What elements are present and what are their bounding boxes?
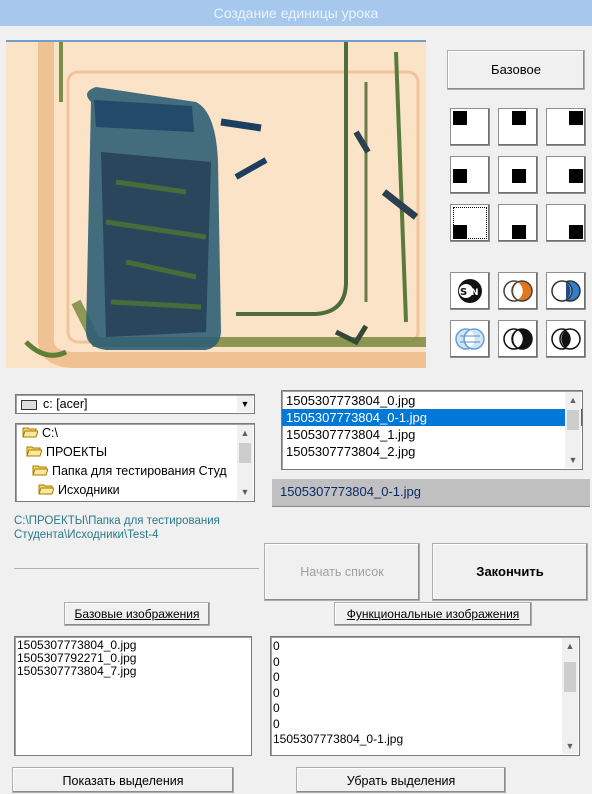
- selected-file-field[interactable]: 1505307773804_0-1.jpg: [272, 479, 590, 507]
- func-images-list[interactable]: 0 0 0 0 0 0 1505307773804_0-1.jpg ▲ ▼: [270, 636, 580, 756]
- list-item[interactable]: 1505307773804_0.jpg: [282, 392, 582, 409]
- tree-item[interactable]: ПРОЕКТЫ: [16, 443, 254, 462]
- position-grid: [447, 104, 587, 246]
- list-item[interactable]: 0: [273, 717, 579, 733]
- svg-text:S: S: [460, 287, 467, 298]
- scroll-down-icon[interactable]: ▼: [237, 484, 253, 500]
- scroll-thumb[interactable]: [564, 662, 576, 692]
- position-middle-left-icon[interactable]: [450, 156, 490, 194]
- black-white-circles-icon[interactable]: [498, 320, 538, 358]
- start-list-button[interactable]: Начать список: [264, 543, 420, 601]
- tree-scrollbar[interactable]: ▲ ▼: [237, 425, 253, 500]
- tree-item-label: ПРОЕКТЫ: [46, 445, 108, 459]
- blend-mode-grid: SN: [447, 268, 587, 364]
- list-item[interactable]: 1505307773804_7.jpg: [17, 665, 251, 678]
- list-item[interactable]: 0: [273, 686, 579, 702]
- func-list-scrollbar[interactable]: ▲ ▼: [562, 638, 578, 754]
- folder-open-icon: [22, 425, 39, 438]
- base-button[interactable]: Базовое: [447, 50, 585, 90]
- scroll-up-icon[interactable]: ▲: [237, 425, 253, 441]
- xray-scan-graphic: [6, 42, 426, 368]
- start-list-label: Начать список: [300, 565, 384, 579]
- blue-circles-icon[interactable]: [546, 272, 586, 310]
- sen-icon[interactable]: SN: [450, 272, 490, 310]
- remove-selection-label: Убрать выделения: [346, 774, 456, 788]
- remove-selection-button[interactable]: Убрать выделения: [296, 767, 506, 793]
- base-button-label: Базовое: [491, 62, 541, 77]
- position-bottom-right-icon[interactable]: [546, 204, 586, 242]
- func-images-header[interactable]: Функциональные изображения: [334, 602, 532, 626]
- tree-item[interactable]: Папка для тестирования Студ: [16, 462, 254, 481]
- folder-open-icon: [32, 463, 49, 476]
- drive-icon: [21, 400, 37, 410]
- dark-circles-icon[interactable]: [546, 320, 586, 358]
- svg-text:N: N: [471, 288, 479, 298]
- position-top-center-icon[interactable]: [498, 108, 538, 146]
- tree-item-label: Исходники: [58, 483, 120, 497]
- path-divider: [14, 568, 259, 569]
- position-top-left-icon[interactable]: [450, 108, 490, 146]
- list-item[interactable]: 0: [273, 701, 579, 717]
- list-item-selected[interactable]: 1505307773804_0-1.jpg: [282, 409, 582, 426]
- folder-open-icon: [26, 444, 43, 457]
- list-item-partial[interactable]: [282, 460, 582, 466]
- folder-open-icon: [38, 482, 55, 495]
- path-line-2: Студента\Исходники\Test-4: [14, 529, 159, 541]
- list-item[interactable]: 0: [273, 655, 579, 671]
- orange-circles-icon[interactable]: [498, 272, 538, 310]
- lens-icon[interactable]: [450, 320, 490, 358]
- scroll-up-icon[interactable]: ▲: [565, 392, 581, 408]
- scroll-down-icon[interactable]: ▼: [565, 452, 581, 468]
- position-middle-right-icon[interactable]: [546, 156, 586, 194]
- position-top-right-icon[interactable]: [546, 108, 586, 146]
- scroll-thumb[interactable]: [567, 410, 579, 430]
- drive-select-value: c: [acer]: [43, 397, 88, 411]
- func-images-header-label: Функциональные изображения: [346, 607, 520, 621]
- finish-button[interactable]: Закончить: [432, 543, 588, 601]
- list-item[interactable]: 1505307773804_0-1.jpg: [273, 732, 579, 748]
- position-center-icon[interactable]: [498, 156, 538, 194]
- show-selection-label: Показать выделения: [62, 774, 184, 788]
- file-list-scrollbar[interactable]: ▲ ▼: [565, 392, 581, 468]
- list-item[interactable]: 0: [273, 639, 579, 655]
- tree-item[interactable]: Исходники: [16, 481, 254, 500]
- selected-file-value: 1505307773804_0-1.jpg: [280, 484, 421, 499]
- drive-select[interactable]: c: [acer] ▼: [15, 394, 255, 414]
- window-title: Создание единицы урока: [0, 0, 592, 26]
- tree-item[interactable]: C:\: [16, 424, 254, 443]
- list-item[interactable]: 0: [273, 670, 579, 686]
- finish-label: Закончить: [476, 564, 544, 579]
- scroll-thumb[interactable]: [239, 443, 251, 463]
- base-images-list[interactable]: 1505307773804_0.jpg 1505307792271_0.jpg …: [14, 636, 252, 756]
- directory-tree[interactable]: C:\ ПРОЕКТЫ Папка для тестирования Студ …: [15, 423, 255, 502]
- tree-item-label: C:\: [42, 426, 58, 440]
- chevron-down-icon[interactable]: ▼: [237, 396, 253, 412]
- path-line-1: C:\ПРОЕКТЫ\Папка для тестирования: [14, 515, 220, 527]
- scroll-up-icon[interactable]: ▲: [562, 638, 578, 654]
- list-item[interactable]: 1505307773804_2.jpg: [282, 443, 582, 460]
- path-label: C:\ПРОЕКТЫ\Папка для тестирования Студен…: [14, 514, 259, 554]
- position-bottom-left-icon[interactable]: [450, 204, 490, 242]
- tree-item-label: Папка для тестирования Студ: [52, 464, 227, 478]
- position-bottom-center-icon[interactable]: [498, 204, 538, 242]
- scroll-down-icon[interactable]: ▼: [562, 738, 578, 754]
- file-list[interactable]: 1505307773804_0.jpg 1505307773804_0-1.jp…: [281, 390, 583, 470]
- xray-image: [6, 40, 426, 368]
- show-selection-button[interactable]: Показать выделения: [12, 767, 234, 793]
- list-item[interactable]: 1505307773804_1.jpg: [282, 426, 582, 443]
- base-images-header[interactable]: Базовые изображения: [64, 602, 210, 626]
- base-images-header-label: Базовые изображения: [74, 607, 200, 621]
